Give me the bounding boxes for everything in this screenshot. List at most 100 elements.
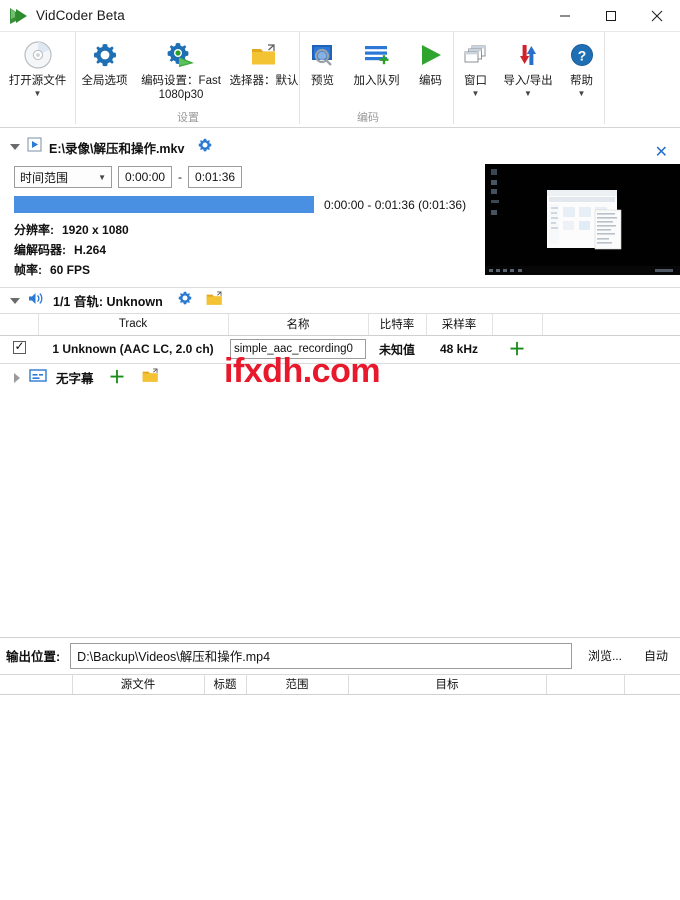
- source-panel: ✕ E:\录像\解压和操作.mkv 时间范围 ▼ 0:00:00 - 0:01:…: [0, 134, 680, 288]
- output-row: 输出位置: D:\Backup\Videos\解压和操作.mp4 浏览... 自…: [0, 638, 680, 674]
- open-source-label: 打开源文件: [8, 75, 67, 87]
- empty-content-area: [0, 391, 680, 637]
- range-start-input[interactable]: 0:00:00: [118, 166, 173, 188]
- source-header: E:\录像\解压和操作.mkv: [0, 134, 680, 160]
- picker-button[interactable]: 选择器：默认: [229, 32, 299, 88]
- subtitles-title: 无字幕: [56, 372, 94, 386]
- gear-icon[interactable]: [197, 137, 213, 158]
- output-path-input[interactable]: D:\Backup\Videos\解压和操作.mp4: [70, 642, 572, 669]
- table-row[interactable]: 1 Unknown (AAC LC, 2.0 ch) 未知值 48 kHz ＋: [0, 335, 680, 364]
- title-bar: VidCoder Beta: [0, 0, 680, 32]
- folder-out-icon[interactable]: [205, 290, 224, 312]
- metadata-value: 1920 x 1080: [62, 223, 129, 237]
- triangle-down-icon[interactable]: [10, 144, 20, 150]
- folder-out-icon: [250, 38, 278, 72]
- queue-col-source[interactable]: 源文件: [72, 673, 205, 695]
- import-export-button[interactable]: 导入/导出 ▼: [497, 32, 559, 98]
- audio-track-bitrate: 未知值: [368, 335, 426, 364]
- chevron-down-icon[interactable]: ▼: [578, 89, 586, 98]
- source-file-path: E:\录像\解压和操作.mkv: [49, 141, 185, 156]
- add-to-queue-button[interactable]: 加入队列: [345, 32, 408, 88]
- plus-icon[interactable]: ＋: [509, 340, 526, 359]
- audio-col-spacer: [542, 314, 680, 336]
- ribbon-toolbar: 打开源文件 ▼ 全局选项 编码设置：Fast 1080p30 选择器：默认 预览…: [0, 32, 680, 128]
- audio-row-spacer: [542, 335, 680, 364]
- metadata-key: 分辨率:: [14, 223, 54, 237]
- auto-button[interactable]: 自动: [638, 647, 674, 664]
- chevron-down-icon[interactable]: ▼: [472, 89, 480, 98]
- windows-stack-icon: [462, 38, 490, 72]
- queue-col-destination[interactable]: 目标: [348, 673, 547, 695]
- audio-add-track-cell[interactable]: ＋: [492, 335, 542, 364]
- preview-button[interactable]: 预览: [300, 32, 345, 88]
- checkbox-checked-icon[interactable]: [12, 339, 26, 354]
- queue-col-range[interactable]: 范围: [246, 673, 349, 695]
- ribbon-group-label-encode: 编码: [357, 112, 379, 124]
- range-mode-select[interactable]: 时间范围 ▼: [14, 166, 112, 188]
- minimize-button[interactable]: [542, 0, 588, 32]
- audio-table-header-row: Track 名称 比特率 采样率: [0, 314, 680, 336]
- range-progress-fill: [14, 196, 314, 213]
- audio-track-checkbox-cell[interactable]: [0, 335, 38, 364]
- global-options-label: 全局选项: [81, 75, 128, 87]
- queue-table: 源文件 标题 范围 目标: [0, 673, 680, 695]
- global-options-button[interactable]: 全局选项: [76, 32, 133, 88]
- folder-out-icon[interactable]: [141, 367, 160, 389]
- audio-track-description: 1 Unknown (AAC LC, 2.0 ch): [38, 335, 228, 364]
- audio-col-check[interactable]: [0, 314, 39, 336]
- audio-header: 1/1 音轨: Unknown: [0, 288, 680, 314]
- metadata-value: 60 FPS: [50, 263, 91, 277]
- browse-button[interactable]: 浏览...: [582, 647, 628, 664]
- ribbon-group-label-settings: 设置: [177, 112, 199, 124]
- triangle-right-icon[interactable]: [14, 372, 20, 383]
- queue-col-extra2[interactable]: [624, 673, 680, 695]
- app-title: VidCoder Beta: [36, 8, 125, 23]
- video-file-icon: [27, 137, 42, 157]
- chevron-down-icon[interactable]: ▼: [524, 89, 532, 98]
- help-button[interactable]: ? 帮助 ▼: [559, 32, 604, 98]
- metadata-key: 编解码器:: [14, 243, 66, 257]
- audio-section-title: 1/1 音轨: Unknown: [53, 295, 163, 309]
- import-export-label: 导入/导出: [503, 75, 553, 87]
- audio-col-samplerate[interactable]: 采样率: [426, 314, 493, 336]
- range-end-input[interactable]: 0:01:36: [188, 166, 243, 188]
- play-green-icon: [416, 38, 446, 72]
- vidcoder-window: VidCoder Beta 打开源文件 ▼ 全局选项 编码设置：Fast 108…: [0, 0, 680, 900]
- open-source-button[interactable]: 打开源文件 ▼: [0, 32, 75, 98]
- maximize-button[interactable]: [588, 0, 634, 32]
- queue-col-title[interactable]: 标题: [204, 673, 247, 695]
- encoding-settings-button[interactable]: 编码设置：Fast 1080p30: [133, 32, 229, 102]
- close-icon[interactable]: ✕: [655, 144, 668, 160]
- triangle-down-icon[interactable]: [10, 297, 20, 304]
- audio-col-action[interactable]: [492, 314, 543, 336]
- import-export-arrows-icon: [514, 38, 542, 72]
- audio-track-name-cell[interactable]: [228, 335, 368, 364]
- queue-col-extra1[interactable]: [546, 673, 625, 695]
- audio-col-name[interactable]: 名称: [228, 314, 369, 336]
- encode-button[interactable]: 编码: [408, 32, 453, 88]
- encode-label: 编码: [419, 75, 442, 87]
- window-button[interactable]: 窗口 ▼: [454, 32, 497, 98]
- audio-col-track[interactable]: Track: [38, 314, 229, 336]
- video-thumbnail[interactable]: [485, 164, 680, 275]
- queue-empty-area: [0, 694, 680, 895]
- close-button[interactable]: [634, 0, 680, 32]
- chevron-down-icon: ▼: [98, 172, 106, 182]
- metadata-key: 帧率:: [14, 263, 42, 277]
- audio-track-name-input[interactable]: [230, 339, 366, 359]
- vidcoder-play-logo-icon: [6, 7, 32, 25]
- audio-track-samplerate: 48 kHz: [426, 335, 492, 364]
- gear-icon[interactable]: [177, 290, 193, 311]
- subtitle-icon: [29, 368, 47, 388]
- audio-col-bitrate[interactable]: 比特率: [368, 314, 427, 336]
- gear-play-icon: [166, 38, 196, 72]
- help-label: 帮助: [570, 75, 593, 87]
- plus-icon[interactable]: ＋: [109, 369, 126, 386]
- chevron-down-icon[interactable]: ▼: [34, 89, 42, 98]
- subtitles-section: 无字幕 ＋: [0, 364, 680, 392]
- range-progress-bar[interactable]: [14, 196, 314, 213]
- queue-add-icon: [362, 38, 392, 72]
- ribbon-group-labels: 设置 编码: [0, 109, 680, 125]
- range-summary-text: 0:00:00 - 0:01:36 (0:01:36): [324, 197, 467, 212]
- speaker-icon: [28, 291, 45, 311]
